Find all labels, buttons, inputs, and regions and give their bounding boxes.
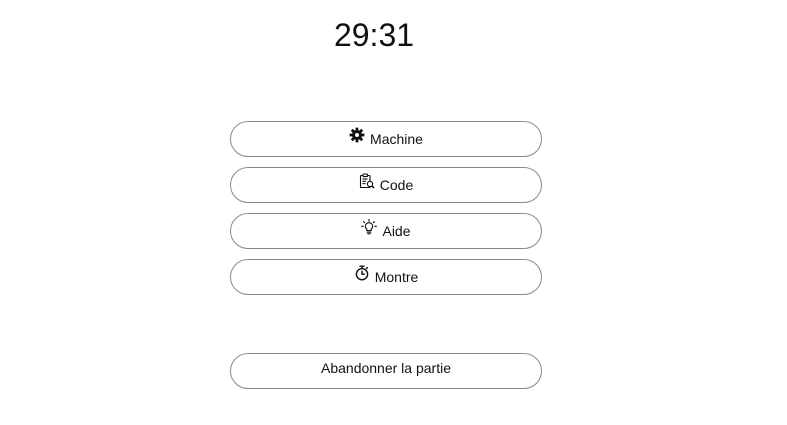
- lightbulb-icon: [361, 219, 378, 235]
- stopwatch-icon: [354, 265, 370, 281]
- abandon-game-button-label: Abandonner la partie: [321, 360, 451, 376]
- code-button[interactable]: Code: [230, 167, 542, 203]
- countdown-timer: 29:31: [333, 17, 415, 53]
- machine-button-label: Machine: [370, 131, 423, 147]
- aide-button[interactable]: Aide: [230, 213, 542, 249]
- montre-button[interactable]: Montre: [230, 259, 542, 295]
- code-button-label: Code: [379, 177, 414, 193]
- abandon-game-button[interactable]: Abandonner la partie: [230, 353, 542, 389]
- aide-button-label: Aide: [382, 223, 411, 239]
- gear-icon: [349, 127, 365, 143]
- montre-button-label: Montre: [374, 269, 419, 285]
- machine-button[interactable]: Machine: [230, 121, 542, 157]
- clipboard-search-icon: [359, 173, 375, 189]
